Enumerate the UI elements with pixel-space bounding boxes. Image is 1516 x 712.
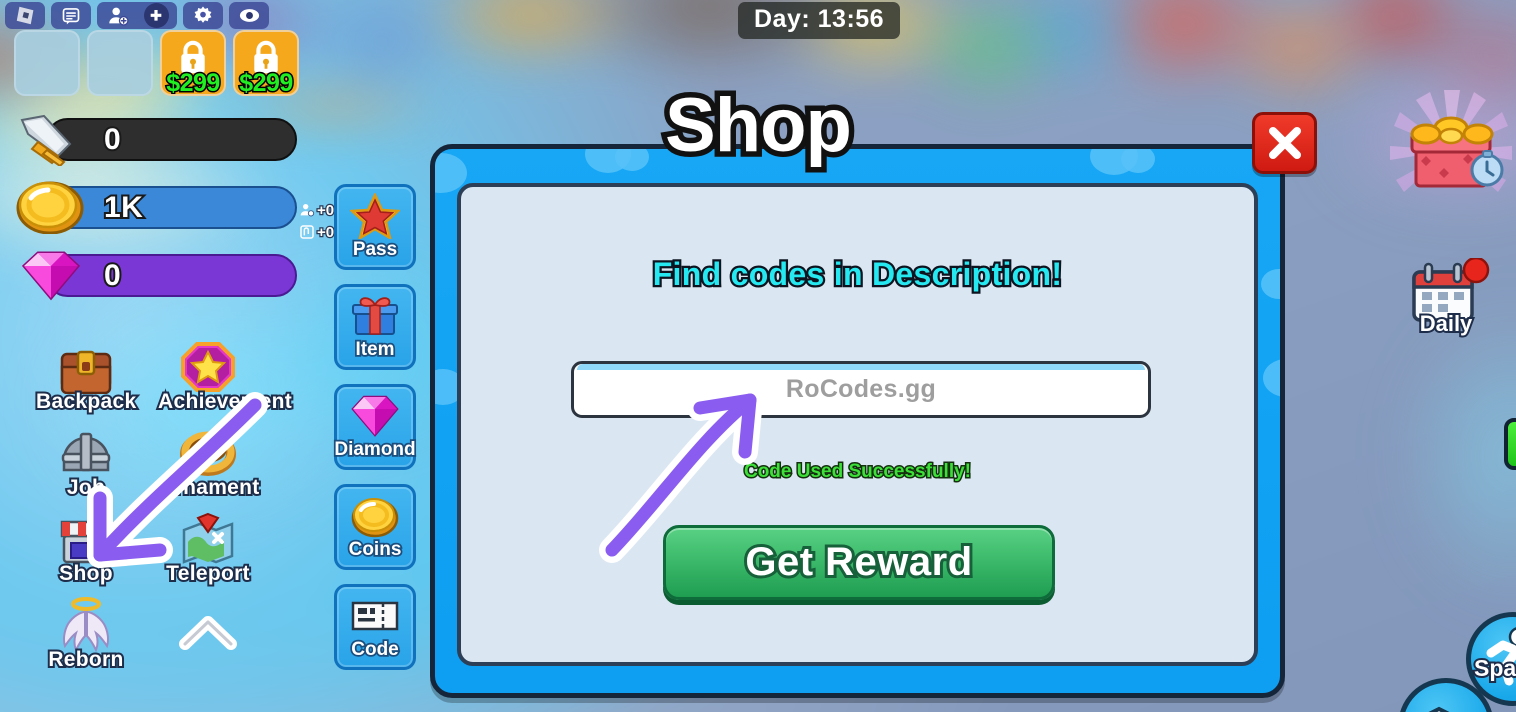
chevron-up-icon (158, 592, 258, 652)
person-icon (300, 204, 315, 217)
tab-label: Code (350, 637, 401, 662)
stat-gems: 0 (14, 248, 297, 302)
menu-item-teleport[interactable]: Teleport (158, 506, 258, 587)
helmet-icon (36, 420, 136, 480)
person-bonus-text: +0 (316, 200, 336, 220)
code-input-value: RoCodes.gg (785, 375, 937, 403)
close-x-icon (1268, 127, 1301, 159)
star-icon (350, 192, 400, 240)
coin-icon (16, 181, 84, 234)
day-timer: Day: 13:56 (738, 2, 901, 39)
menu-item-ornament[interactable]: Ornament (156, 420, 261, 501)
get-reward-button[interactable]: Get Reward (663, 525, 1055, 600)
group-bonus: +0 (299, 221, 336, 243)
menu-label: Teleport (164, 560, 251, 587)
ring-icon (158, 420, 258, 480)
left-menu-grid: Backpack Achievement Job Ornament Shop T… (34, 334, 294, 678)
menu-label: Shop (57, 560, 114, 587)
menu-label: Backpack (34, 388, 138, 415)
shop-dialog: Find codes in Description! RoCodes.gg Co… (430, 144, 1285, 698)
coin-icon (350, 492, 400, 540)
settings-gear-icon[interactable] (183, 2, 223, 29)
group-icon (300, 225, 314, 239)
storefront-icon (36, 506, 136, 566)
diamond-icon (349, 392, 401, 440)
menu-label: Ornament (156, 474, 261, 501)
map-icon (158, 506, 258, 566)
backpack-icon (36, 334, 136, 394)
tab-label: Diamond (333, 437, 418, 462)
bonus-indicators: +0 +0 (299, 199, 336, 243)
menu-label: Reborn (46, 646, 125, 673)
gems-value: 0 (102, 257, 123, 294)
green-side-button[interactable] (1504, 418, 1516, 470)
achievement-badge-icon (158, 334, 258, 394)
notification-badge (1462, 256, 1490, 284)
group-bonus-text: +0 (316, 222, 336, 242)
angel-wings-icon (36, 592, 136, 652)
tab-diamond[interactable]: Diamond (333, 384, 418, 470)
menu-item-achievement[interactable]: Achievement (156, 334, 294, 415)
roblox-logo-icon[interactable] (5, 2, 45, 29)
tab-label: Coins (347, 537, 403, 562)
person-bonus: +0 (299, 199, 336, 221)
tab-label: Item (354, 337, 397, 362)
tab-pass[interactable]: Pass (334, 184, 416, 270)
plus-icon[interactable] (139, 2, 173, 29)
menu-item-job[interactable]: Job (36, 420, 136, 501)
menu-item-reborn[interactable]: Reborn (36, 592, 136, 673)
chat-icon[interactable] (51, 2, 91, 29)
cloud-decoration (1261, 269, 1280, 299)
tab-item[interactable]: Item (334, 284, 416, 370)
shop-dialog-content: Find codes in Description! RoCodes.gg Co… (457, 183, 1258, 666)
code-input[interactable]: RoCodes.gg (571, 361, 1151, 418)
menu-collapse-button[interactable] (158, 592, 258, 672)
ticket-icon (349, 592, 401, 640)
roblox-toolbar (5, 2, 269, 29)
cloud-decoration (1263, 359, 1280, 397)
tab-coins[interactable]: Coins (334, 484, 416, 570)
eye-icon[interactable] (229, 2, 269, 29)
gift-box-icon (350, 292, 400, 340)
tab-code[interactable]: Code (334, 584, 416, 670)
stat-coins: 1K (14, 180, 297, 234)
code-status-message: Code Used Successfully! (742, 460, 972, 484)
menu-label: Achievement (156, 388, 294, 415)
close-dialog-button[interactable] (1252, 112, 1317, 174)
gem-icon (21, 251, 81, 301)
tab-label: Pass (351, 237, 399, 262)
daily-reward-button[interactable]: Daily (1398, 256, 1494, 344)
spawn-label: Spa (1472, 653, 1516, 683)
add-friend-icon[interactable] (101, 2, 135, 29)
menu-item-backpack[interactable]: Backpack (34, 334, 138, 415)
find-codes-heading: Find codes in Description! (650, 254, 1064, 295)
friends-group (97, 2, 177, 29)
menu-item-shop[interactable]: Shop (36, 506, 136, 587)
shop-category-tabs: Pass Item Diamond Coins Code (333, 184, 418, 670)
menu-label: Job (65, 474, 107, 501)
coins-value: 1K (102, 189, 145, 226)
daily-label: Daily (1418, 309, 1475, 338)
